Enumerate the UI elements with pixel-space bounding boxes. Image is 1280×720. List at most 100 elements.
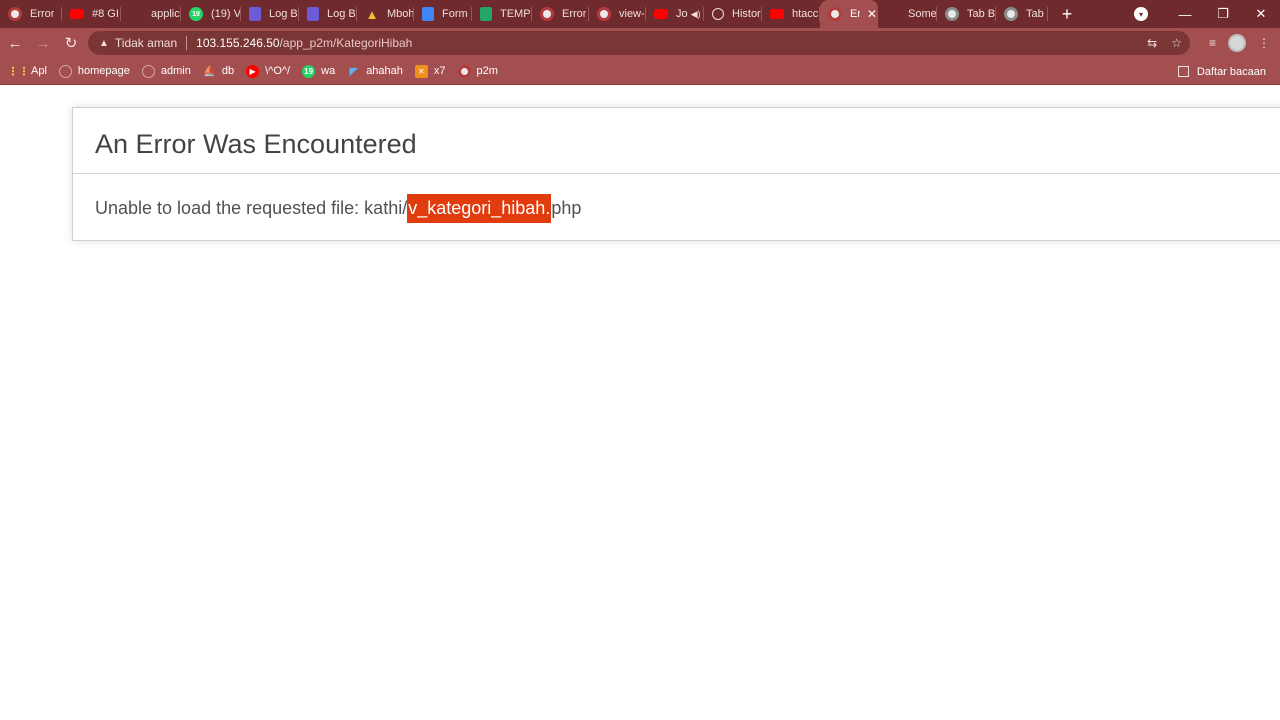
xampp-icon: ✕ — [414, 64, 428, 78]
tab-label: Er — [850, 8, 860, 20]
audio-playing-icon[interactable]: ◀) — [691, 9, 701, 20]
tab-15[interactable]: Some — [878, 0, 937, 28]
globe-icon — [58, 64, 72, 78]
tab-3[interactable]: 19 (19) V — [181, 0, 241, 28]
tab-label: Tab B — [967, 8, 996, 20]
back-button[interactable]: ← — [2, 30, 28, 56]
reading-list-icon — [1177, 66, 1189, 77]
tab-label: Some — [908, 8, 937, 20]
menu-icon[interactable]: ⋮ — [1258, 36, 1270, 50]
tab-11[interactable]: Jo ◀) — [646, 0, 704, 28]
bookmark-label: ahahah — [366, 65, 403, 77]
address-bar[interactable]: ▲ Tidak aman 103.155.246.50/app_p2m/Kate… — [88, 31, 1190, 55]
tab-label: Error — [30, 8, 55, 20]
flutter-icon: ◤ — [349, 65, 358, 78]
bookmark-4[interactable]: ▶ \^O^/ — [246, 64, 291, 78]
reading-list-button[interactable]: Daftar bacaan — [1177, 58, 1266, 85]
tab-13[interactable]: htacc — [762, 0, 820, 28]
bookmark-label: x7 — [433, 65, 446, 77]
address-actions: ⇆ ☆ — [1147, 31, 1182, 55]
generic-icon — [1004, 7, 1018, 21]
bookmark-star-icon[interactable]: ☆ — [1171, 36, 1182, 50]
tab-label: TEMP — [500, 8, 531, 20]
tab-label: Tab B — [1026, 8, 1048, 20]
chrome-icon — [828, 7, 842, 21]
close-window-button[interactable]: ✕ — [1242, 0, 1280, 28]
bookmark-1[interactable]: homepage — [58, 64, 130, 78]
tab-label: Histor — [732, 8, 761, 20]
tab-close-icon[interactable]: ✕ — [866, 7, 878, 21]
error-divider — [73, 173, 1280, 174]
phpmyadmin-icon: ⛵ — [203, 65, 216, 77]
youtube-icon — [70, 9, 84, 19]
chrome-icon — [540, 7, 554, 21]
tab-label: htacc — [792, 8, 819, 20]
tab-14[interactable]: Er ✕ — [820, 0, 878, 28]
error-message-highlight: v_kategori_hibah. — [407, 194, 552, 223]
tab-7[interactable]: Form — [414, 0, 472, 28]
youtube-icon: ▶ — [246, 64, 260, 78]
bookmark-8[interactable]: p2m — [457, 64, 498, 78]
tab-label: Jo — [676, 8, 688, 20]
bookmark-label: homepage — [77, 65, 130, 77]
whatsapp-icon: 19 — [302, 64, 316, 78]
reload-button[interactable]: ↻ — [58, 30, 84, 56]
apps-grid-icon: ⋮⋮ — [7, 65, 30, 78]
tab-search-button[interactable]: ▾ — [1134, 7, 1148, 21]
tab-0[interactable]: Error — [0, 0, 62, 28]
bookmark-label: admin — [160, 65, 191, 77]
tab-label: view- — [619, 8, 645, 20]
tab-1[interactable]: #8 GI — [62, 0, 121, 28]
bookmark-7[interactable]: ✕ x7 — [414, 64, 446, 78]
tab-10[interactable]: view- — [589, 0, 646, 28]
translate-icon[interactable]: ⇆ — [1147, 36, 1157, 50]
minimize-button[interactable]: — — [1166, 0, 1204, 28]
tab-16[interactable]: Tab B — [937, 0, 996, 28]
drive-icon: ▲ — [365, 6, 379, 22]
url-text[interactable]: 103.155.246.50/app_p2m/KategoriHibah — [196, 36, 412, 50]
tab-label: Log B — [269, 8, 298, 20]
not-secure-icon[interactable]: ▲ — [99, 38, 109, 49]
bookmark-label: db — [221, 65, 235, 77]
restore-button[interactable]: ❐ — [1204, 0, 1242, 28]
bookmark-3[interactable]: ⛵ db — [203, 65, 234, 78]
generic-icon — [945, 7, 959, 21]
chrome-icon — [457, 64, 471, 78]
bookmark-label: Apl — [31, 65, 47, 77]
profile-avatar[interactable] — [1228, 34, 1246, 52]
reading-list-label: Daftar bacaan — [1196, 65, 1266, 78]
tab-list: Error #8 GI applic 19 (19) V Log B Log B ▲ Mboh F… — [0, 0, 1048, 28]
media-controls-icon[interactable]: ≡ — [1209, 36, 1216, 50]
tab-5[interactable]: Log B — [299, 0, 357, 28]
tab-label: Form — [442, 8, 468, 20]
docs-icon — [422, 7, 434, 21]
error-message-prefix: Unable to load the requested file: kathi… — [95, 198, 408, 218]
toolbar-actions: ≡ ⋮ — [1209, 28, 1270, 58]
chrome-icon — [597, 7, 611, 21]
forms-icon — [307, 7, 319, 21]
gitlab-icon — [129, 7, 143, 21]
bookmark-6[interactable]: ◤ ahahah — [347, 65, 403, 78]
tab-4[interactable]: Log B — [241, 0, 299, 28]
security-label[interactable]: Tidak aman — [115, 36, 177, 50]
bookmark-5[interactable]: 19 wa — [302, 64, 335, 78]
new-tab-button[interactable]: + — [1052, 0, 1082, 28]
bookmark-0[interactable]: ⋮⋮ Apl — [7, 65, 47, 78]
error-title: An Error Was Encountered — [95, 129, 417, 159]
forms-icon — [249, 7, 261, 21]
tab-6[interactable]: ▲ Mboh — [357, 0, 414, 28]
forward-button[interactable]: → — [30, 30, 56, 56]
tab-8[interactable]: TEMP — [472, 0, 532, 28]
tab-label: (19) V — [211, 8, 241, 20]
url-path: /app_p2m/KategoriHibah — [279, 36, 413, 50]
tab-2[interactable]: applic — [121, 0, 181, 28]
chrome-icon — [8, 7, 22, 21]
tab-9[interactable]: Error — [532, 0, 589, 28]
bookmark-label: p2m — [476, 65, 498, 77]
tab-label: applic — [151, 8, 180, 20]
bookmark-label: \^O^/ — [265, 65, 291, 77]
tab-17[interactable]: Tab B — [996, 0, 1048, 28]
history-icon — [712, 8, 724, 20]
tab-12[interactable]: Histor — [704, 0, 762, 28]
bookmark-2[interactable]: admin — [141, 64, 191, 78]
